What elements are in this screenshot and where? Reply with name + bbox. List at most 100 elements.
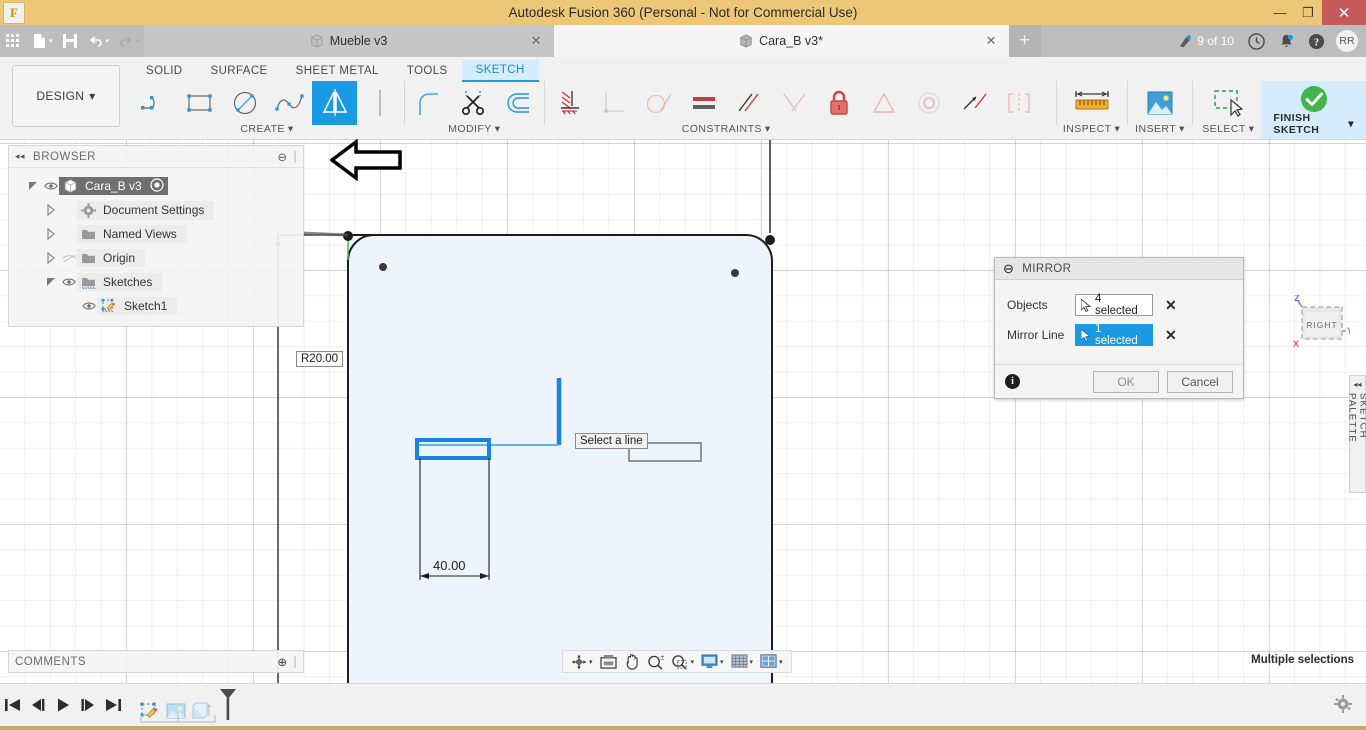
pan-view-icon[interactable] xyxy=(597,651,620,672)
orbit-caret-icon[interactable]: ▾ xyxy=(589,658,593,666)
clock-icon[interactable] xyxy=(1242,25,1270,57)
equal-icon[interactable] xyxy=(682,81,727,125)
viewports-icon[interactable]: ▾ xyxy=(757,651,786,672)
timeline-prev-icon[interactable] xyxy=(25,684,50,727)
tree-item-sketches[interactable]: Sketches xyxy=(9,270,303,294)
tangent-icon[interactable] xyxy=(637,81,682,125)
document-tab-close-icon[interactable]: ✕ xyxy=(986,33,997,49)
redo-caret-icon[interactable]: ▾ xyxy=(136,37,140,45)
arc-icon[interactable] xyxy=(132,81,177,125)
insert-image-icon[interactable] xyxy=(1137,81,1182,125)
collapse-triangle-icon[interactable] xyxy=(45,204,57,216)
collapse-triangle-icon[interactable] xyxy=(45,252,57,264)
viewports-caret-icon[interactable]: ▾ xyxy=(779,658,783,666)
dialog-collapse-icon[interactable]: ⊖ xyxy=(1003,261,1014,277)
maximize-restore-button[interactable]: ❐ xyxy=(1294,0,1322,25)
mirror-icon[interactable] xyxy=(312,81,357,125)
browser-collapse-icon[interactable]: ◂◂ xyxy=(15,151,25,162)
objects-clear-icon[interactable]: ✕ xyxy=(1165,297,1177,314)
cancel-button[interactable]: Cancel xyxy=(1167,371,1233,393)
spline-icon[interactable] xyxy=(267,81,312,125)
concentric-icon[interactable] xyxy=(907,81,952,125)
fillet-icon[interactable] xyxy=(407,81,452,125)
symmetry-icon[interactable] xyxy=(862,81,907,125)
add-comment-icon[interactable]: ⊕ xyxy=(277,655,287,669)
trim-scissors-icon[interactable] xyxy=(452,81,497,125)
midpoint-icon[interactable] xyxy=(952,81,997,125)
grid-snaps-caret-icon[interactable]: ▾ xyxy=(750,658,754,666)
browser-resize-grip[interactable]: | xyxy=(294,151,298,163)
timeline-next-icon[interactable] xyxy=(75,684,100,727)
tab-tools[interactable]: TOOLS xyxy=(393,60,462,82)
parallel-icon[interactable] xyxy=(727,81,772,125)
objects-selection-field[interactable]: 4 selected xyxy=(1075,294,1153,316)
pan-hand-icon[interactable] xyxy=(621,651,643,672)
expand-triangle-icon[interactable] xyxy=(27,180,39,192)
browser-minus-icon[interactable]: ⊖ xyxy=(277,150,287,164)
offset-guide-icon[interactable] xyxy=(357,81,402,125)
timeline-end-icon[interactable] xyxy=(100,684,125,727)
sketch-palette-panel[interactable]: ◂◂ SKETCH PALETTE xyxy=(1349,375,1366,493)
undo-caret-icon[interactable]: ▾ xyxy=(106,37,110,45)
visibility-eye-icon[interactable] xyxy=(43,181,59,191)
tree-item-cara-b[interactable]: Cara_B v3 xyxy=(9,174,303,198)
tab-surface[interactable]: SURFACE xyxy=(197,60,282,82)
expand-triangle-icon[interactable] xyxy=(45,276,57,288)
ground-constraint-icon[interactable] xyxy=(547,81,592,125)
new-tab-button[interactable]: + xyxy=(1009,25,1041,57)
linear-dimension-label[interactable]: 40.00 xyxy=(433,558,466,573)
sketch-palette-collapse-icon[interactable]: ◂◂ xyxy=(1353,380,1361,389)
document-tab-close-icon[interactable]: ✕ xyxy=(531,33,542,49)
display-settings-caret-icon[interactable]: ▾ xyxy=(720,658,724,666)
workspace-selector[interactable]: DESIGN ▾ xyxy=(12,65,120,127)
new-document-caret-icon[interactable]: ▾ xyxy=(49,37,53,45)
comments-resize-grip[interactable]: | xyxy=(294,656,298,668)
zoom-window-caret-icon[interactable]: ▾ xyxy=(691,658,695,666)
info-icon[interactable]: i xyxy=(1005,374,1020,389)
timeline-play-icon[interactable] xyxy=(50,684,75,727)
mirror-line-selection-field[interactable]: 1 selected xyxy=(1075,324,1153,346)
mirror-dialog-header[interactable]: ⊖ MIRROR xyxy=(995,258,1243,280)
minimize-button[interactable]: — xyxy=(1266,0,1294,25)
collinear-icon[interactable] xyxy=(772,81,817,125)
comments-panel[interactable]: COMMENTS ⊕ | xyxy=(8,650,304,673)
timeline-settings-gear-icon[interactable] xyxy=(1334,695,1352,716)
collapse-triangle-icon[interactable] xyxy=(45,228,57,240)
timeline-begin-icon[interactable] xyxy=(0,684,25,727)
offset-icon[interactable] xyxy=(497,81,542,125)
version-badge[interactable]: 9 of 10 xyxy=(1172,34,1240,49)
help-icon[interactable]: ? xyxy=(1302,25,1330,57)
avatar[interactable]: RR xyxy=(1336,30,1358,52)
mirror-line-clear-icon[interactable]: ✕ xyxy=(1165,327,1177,344)
radius-dimension-label[interactable]: R20.00 xyxy=(296,351,343,367)
curvature-icon[interactable] xyxy=(997,81,1042,125)
perpendicular-icon[interactable] xyxy=(592,81,637,125)
zoom-window-icon[interactable]: ▾ xyxy=(668,651,698,672)
fix-lock-icon[interactable] xyxy=(817,81,862,125)
close-window-button[interactable]: ✕ xyxy=(1322,0,1366,25)
bell-icon[interactable] xyxy=(1272,25,1300,57)
tab-sketch[interactable]: SKETCH xyxy=(462,60,539,82)
visibility-eye-icon[interactable] xyxy=(81,301,97,311)
save-icon[interactable] xyxy=(57,25,83,57)
measure-ruler-icon[interactable] xyxy=(1069,81,1114,125)
tab-solid[interactable]: SOLID xyxy=(132,60,197,82)
tab-sheet-metal[interactable]: SHEET METAL xyxy=(282,60,393,82)
visibility-hidden-eye-icon[interactable] xyxy=(61,253,77,264)
ok-button[interactable]: OK xyxy=(1093,371,1159,393)
document-tab-cara-b[interactable]: Cara_B v3* ✕ xyxy=(554,25,1009,57)
tree-item-document-settings[interactable]: Document Settings xyxy=(9,198,303,222)
tree-item-sketch1[interactable]: Sketch1 xyxy=(9,294,303,318)
view-cube[interactable]: RIGHT Z X Y xyxy=(1288,295,1350,357)
display-settings-icon[interactable]: ▾ xyxy=(698,651,727,672)
orbit-icon[interactable]: ▾ xyxy=(568,651,596,672)
document-tab-mueble[interactable]: Mueble v3 ✕ xyxy=(144,25,554,57)
finish-sketch-button[interactable]: FINISH SKETCH ▾ xyxy=(1261,81,1366,139)
activate-component-radio[interactable] xyxy=(150,178,164,195)
select-window-icon[interactable] xyxy=(1206,81,1251,125)
zoom-icon[interactable]: ± xyxy=(644,651,667,672)
app-grid-icon[interactable] xyxy=(0,25,26,57)
circle-icon[interactable] xyxy=(222,81,267,125)
rectangle-icon[interactable] xyxy=(177,81,222,125)
visibility-eye-icon[interactable] xyxy=(61,277,77,287)
